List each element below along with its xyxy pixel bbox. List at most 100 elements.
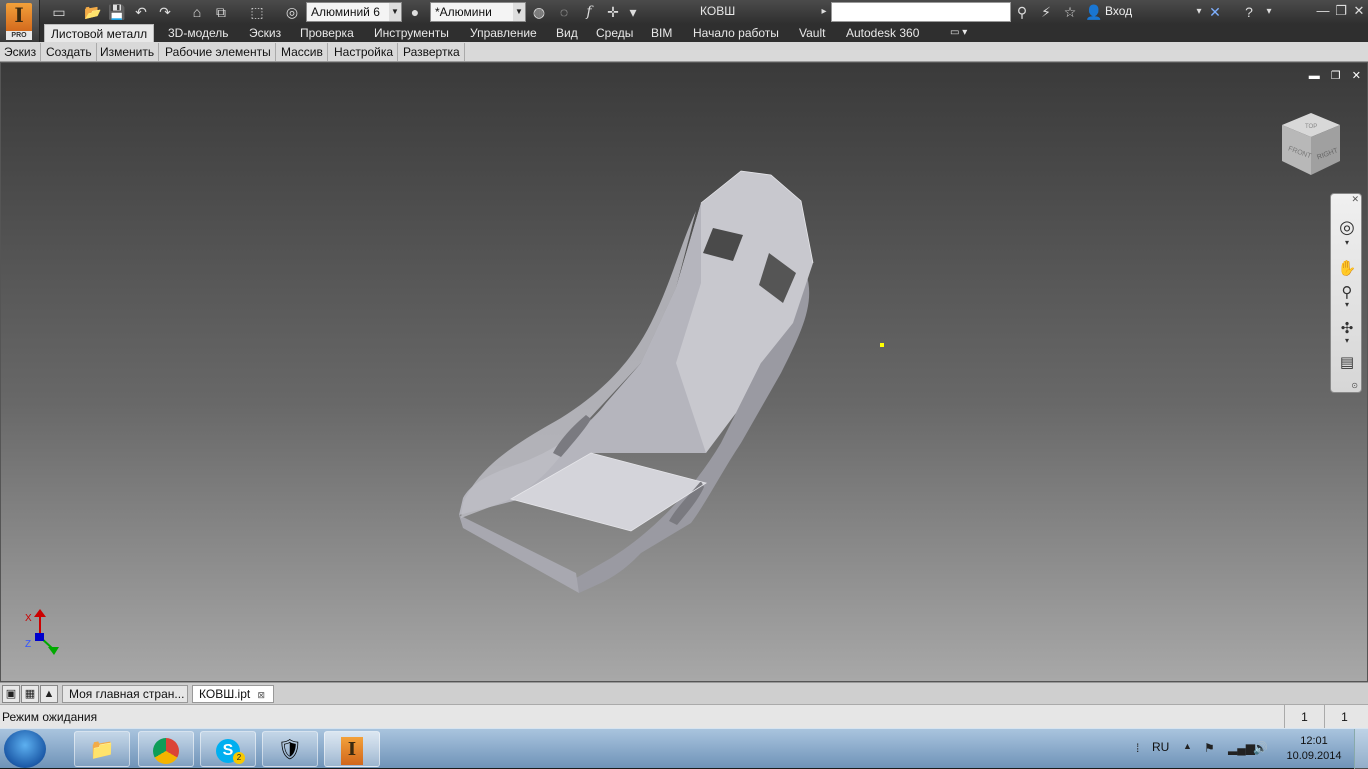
panel-work-features[interactable]: Рабочие элементы [161, 43, 276, 61]
graphics-window[interactable]: ▬ ❐ ✕ FRONT RIGHT TOP ✕ ◎ ▾ ✋ ⚲ ▾ ✣ ▾ ▤ … [0, 62, 1368, 682]
panel-setup[interactable]: Настройка [330, 43, 399, 61]
tab-inspect[interactable]: Проверка [294, 24, 360, 42]
tab-bim[interactable]: BIM [645, 24, 678, 42]
chevron-down-icon[interactable]: ▾ [1336, 300, 1358, 310]
bucket-seat-model[interactable] [1, 63, 1368, 682]
plus-icon[interactable]: ✛ [604, 3, 622, 21]
network-shield-icon: 🛡 [277, 739, 303, 761]
tray-language[interactable]: RU [1152, 740, 1169, 754]
panel-create[interactable]: Создать [42, 43, 97, 61]
navigation-bar: ✕ ◎ ▾ ✋ ⚲ ▾ ✣ ▾ ▤ ⊙ [1330, 193, 1362, 393]
tab-kovsh-ipt-label: КОВШ.ipt [199, 687, 251, 701]
tab-sketch[interactable]: Эскиз [243, 24, 287, 42]
folder-icon: 📁 [89, 739, 115, 761]
chrome-icon [153, 737, 179, 764]
steering-wheel-icon[interactable]: ◎ [1336, 216, 1358, 238]
windows-taskbar: 📁 S 2 🛡 I ⁞ RU ▲ ⚑ ▂▄▆ 🔊 12:01 10.09.201… [0, 728, 1368, 769]
select-icon[interactable]: ⬚ [248, 3, 266, 21]
help-search-input[interactable] [831, 2, 1011, 22]
chevron-down-icon: ▼ [513, 3, 525, 21]
tile-windows-icon[interactable]: ▦ [21, 685, 39, 703]
undo-icon[interactable]: ↶ [132, 3, 150, 21]
chevron-down-icon[interactable]: ▾ [1336, 336, 1358, 346]
panel-flat-pattern[interactable]: Развертка [399, 43, 465, 61]
help-icon[interactable]: ? [1240, 3, 1258, 21]
navbar-close-icon[interactable]: ✕ [1351, 194, 1359, 205]
search-binoculars-icon[interactable]: ⚲ [1013, 3, 1031, 21]
tab-list-up-icon[interactable]: ▲ [40, 685, 58, 703]
tray-volume-icon[interactable]: 🔊 [1253, 741, 1268, 755]
tab-manage[interactable]: Управление [464, 24, 543, 42]
close-icon[interactable]: ✕ [1350, 2, 1368, 20]
signin-link[interactable]: Вход [1105, 4, 1132, 18]
status-count-occurrences: 1 [1284, 705, 1324, 729]
viewcube[interactable]: FRONT RIGHT TOP [1278, 111, 1344, 179]
application-menu-button[interactable]: I PRO [0, 0, 40, 42]
tray-grip-icon: ⁞ [1136, 741, 1140, 755]
open-folder-icon[interactable]: 📂 [84, 3, 102, 21]
status-text: Режим ожидания [2, 710, 98, 724]
network-taskbar-button[interactable]: 🛡 [262, 731, 318, 767]
restore-icon[interactable]: ❐ [1332, 2, 1350, 20]
tab-get-started[interactable]: Начало работы [687, 24, 785, 42]
minimize-icon[interactable]: — [1314, 2, 1332, 20]
chevron-down-icon[interactable]: ▾ [1336, 238, 1358, 248]
panel-modify[interactable]: Изменить [96, 43, 160, 61]
new-file-icon[interactable]: ▭ [50, 3, 68, 21]
start-button[interactable] [4, 730, 46, 768]
update-icon[interactable]: ⧉ [212, 3, 230, 21]
tray-signal-icon[interactable]: ▂▄▆ [1228, 741, 1255, 755]
tab-tools[interactable]: Инструменты [368, 24, 455, 42]
seat-front-lip [459, 515, 579, 593]
panel-sketch[interactable]: Эскиз [0, 43, 42, 61]
tab-my-home[interactable]: Моя главная стран... [62, 685, 188, 703]
redo-icon[interactable]: ↷ [156, 3, 174, 21]
chrome-taskbar-button[interactable] [138, 731, 194, 767]
ribbon-tabs: Листовой металл 3D-модель Эскиз Проверка… [0, 24, 1368, 42]
inventor-taskbar-button[interactable]: I [324, 731, 380, 767]
status-count-documents: 1 [1324, 705, 1364, 729]
triad-z-label: Z [25, 639, 31, 650]
cascade-windows-icon[interactable]: ▣ [2, 685, 20, 703]
tray-time: 12:01 [1300, 735, 1328, 747]
tray-clock[interactable]: 12:01 10.09.2014 [1282, 734, 1346, 764]
save-icon[interactable]: 💾 [108, 3, 126, 21]
parameters-fx-icon[interactable]: f [580, 3, 598, 21]
appearance-combo-value: *Алюмини [435, 5, 492, 19]
tab-autodesk-360[interactable]: Autodesk 360 [840, 24, 925, 42]
tab-3d-model[interactable]: 3D-модель [162, 24, 235, 42]
explorer-taskbar-button[interactable]: 📁 [74, 731, 130, 767]
tab-vault[interactable]: Vault [793, 24, 831, 42]
tab-kovsh-ipt[interactable]: КОВШ.ipt ⊠ [192, 685, 274, 703]
help-dropdown-icon[interactable]: ▾ [1260, 3, 1278, 21]
material-combo[interactable]: Алюминий 6 ▼ [306, 2, 402, 22]
clear-appearance-icon[interactable]: ◌ [555, 3, 573, 21]
inventor-pro-label: PRO [6, 31, 32, 40]
communication-center-icon[interactable]: ⚡ [1037, 3, 1055, 21]
tab-view[interactable]: Вид [550, 24, 584, 42]
tab-close-icon[interactable]: ⊠ [258, 690, 266, 700]
tray-flag-icon[interactable]: ⚑ [1204, 741, 1215, 755]
adjust-appearance-icon[interactable]: ◍ [530, 3, 548, 21]
tab-environments[interactable]: Среды [590, 24, 639, 42]
show-desktop-button[interactable] [1354, 729, 1368, 769]
skype-taskbar-button[interactable]: S 2 [200, 731, 256, 767]
ribbon-display-options-icon[interactable]: ▭ ▾ [944, 24, 973, 42]
tray-date: 10.09.2014 [1286, 750, 1342, 762]
material-icon[interactable]: ◎ [283, 3, 301, 21]
customize-dropdown-icon[interactable]: ▾ [624, 3, 642, 21]
home-icon[interactable]: ⌂ [188, 3, 206, 21]
ribbon-panel-bar: Эскиз Создать Изменить Рабочие элементы … [0, 42, 1368, 62]
favorites-star-icon[interactable]: ☆ [1061, 3, 1079, 21]
exchange-apps-icon[interactable]: ✕ [1206, 3, 1224, 21]
tab-sheet-metal[interactable]: Листовой металл [44, 24, 155, 42]
tray-expand-icon[interactable]: ▲ [1183, 741, 1192, 751]
color-wheel-icon[interactable]: ● [406, 3, 424, 21]
navbar-options-icon[interactable]: ⊙ [1351, 381, 1358, 390]
panel-pattern[interactable]: Массив [277, 43, 328, 61]
look-at-icon[interactable]: ▤ [1336, 352, 1358, 374]
status-bar: Режим ожидания 1 1 [0, 704, 1368, 729]
user-icon: 👤 [1085, 4, 1103, 20]
pan-hand-icon[interactable]: ✋ [1336, 258, 1358, 280]
appearance-combo[interactable]: *Алюмини ▼ [430, 2, 526, 22]
